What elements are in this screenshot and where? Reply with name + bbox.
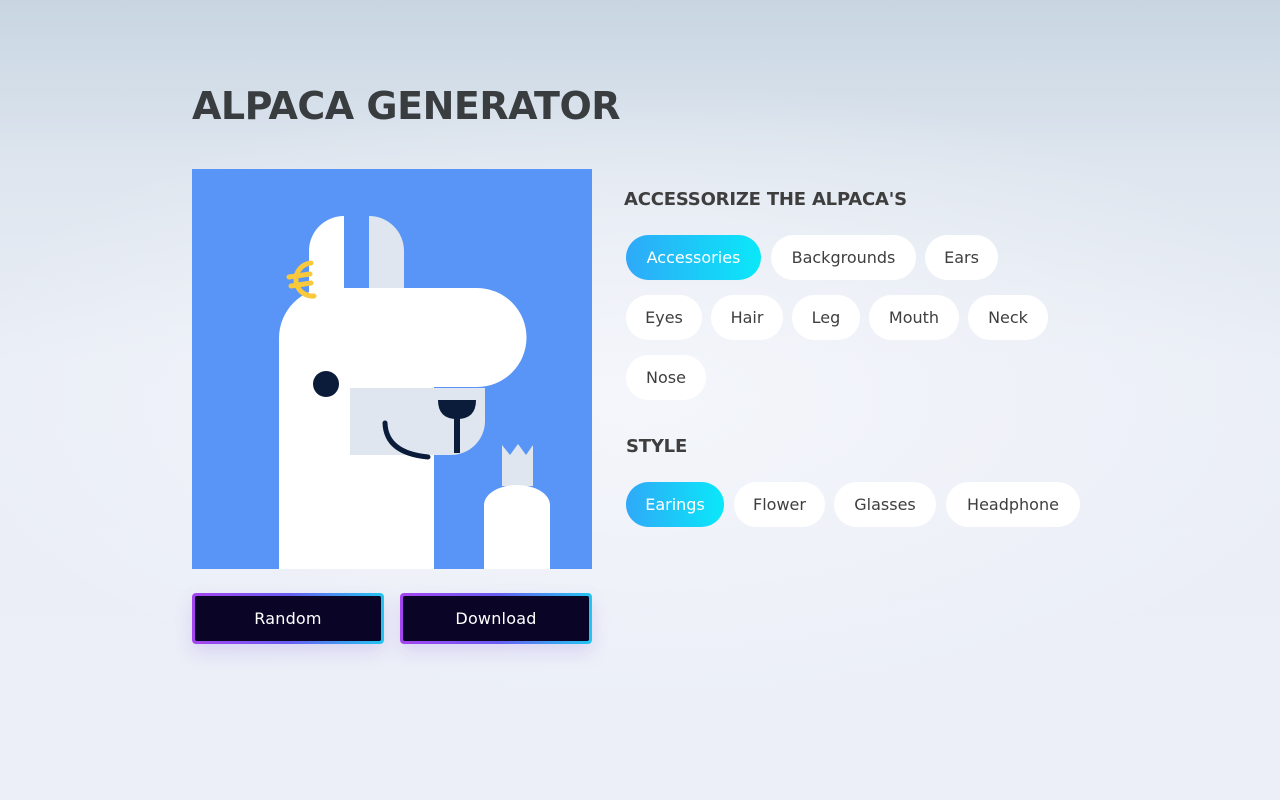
accessorize-heading: ACCESSORIZE THE ALPACA'S (624, 189, 907, 210)
category-backgrounds[interactable]: Backgrounds (771, 235, 916, 280)
category-nose[interactable]: Nose (626, 355, 706, 400)
category-leg[interactable]: Leg (792, 295, 860, 340)
category-neck[interactable]: Neck (968, 295, 1048, 340)
alpaca-eye (313, 371, 339, 397)
style-option-glasses[interactable]: Glasses (834, 482, 936, 527)
category-mouth[interactable]: Mouth (869, 295, 959, 340)
random-button[interactable]: Random (192, 593, 384, 644)
category-hair[interactable]: Hair (711, 295, 783, 340)
style-option-flower[interactable]: Flower (734, 482, 825, 527)
random-button-label: Random (195, 596, 381, 641)
category-ears[interactable]: Ears (925, 235, 998, 280)
category-eyes[interactable]: Eyes (626, 295, 702, 340)
alpaca-nose-line (454, 415, 460, 453)
download-button[interactable]: Download (400, 593, 592, 644)
alpaca-muzzle (350, 388, 485, 455)
style-option-headphone[interactable]: Headphone (946, 482, 1080, 527)
alpaca-leg (484, 485, 550, 569)
style-option-earings[interactable]: Earings (626, 482, 724, 527)
download-button-label: Download (403, 596, 589, 641)
alpaca-illustration (192, 169, 592, 569)
style-heading: STYLE (626, 436, 688, 457)
alpaca-preview (192, 169, 592, 569)
category-accessories[interactable]: Accessories (626, 235, 761, 280)
page-title: ALPACA GENERATOR (192, 84, 621, 128)
